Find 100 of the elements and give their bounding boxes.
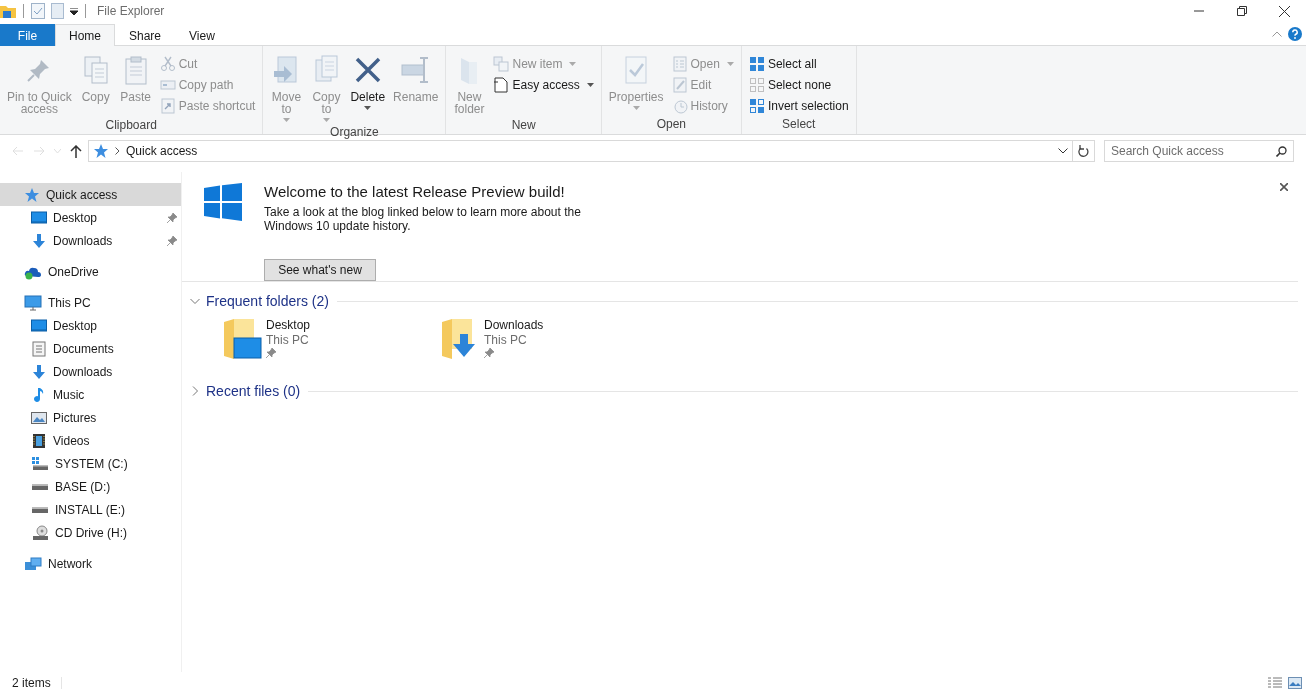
group-label: Organize [329,124,380,140]
nav-item[interactable]: CD Drive (H:) [0,521,181,544]
nav-item[interactable]: Quick access [0,183,181,206]
pin-icon[interactable] [167,235,177,246]
nav-label: Videos [53,433,91,448]
chevron-up-icon [1272,30,1282,37]
pencil-document-icon [671,76,688,93]
ribbon-tab[interactable]: View [175,24,229,46]
nav-label: This PC [48,295,92,310]
close-icon [1279,5,1290,17]
see-whats-new-button[interactable]: See what's new [264,259,376,281]
dismiss-button[interactable] [1280,183,1288,191]
chevron-icon[interactable] [190,296,200,306]
banner-text: Take a look at the blog linked below to learn more about the Windows 10 update history. [264,205,582,233]
up-arrow-icon [69,144,82,158]
nav-item[interactable]: Desktop [0,314,181,337]
group-label: New [510,117,537,134]
nav-item[interactable]: Downloads [0,229,181,252]
folder-name: Desktop [266,318,311,333]
search-icon [1276,146,1287,157]
group-label: Clipboard [104,117,158,134]
ribbon-button[interactable]: Select all [745,53,852,74]
close-icon [1280,183,1288,191]
new-item-icon [493,55,510,72]
system-drive-icon [31,455,49,472]
nav-label: Downloads [53,233,114,248]
collapse-ribbon-button[interactable] [1272,30,1282,37]
nav-item[interactable]: Videos [0,429,181,452]
nav-label: Desktop [53,210,99,225]
chevron-right-icon [115,147,120,155]
breadcrumb-item[interactable]: Quick access [126,144,198,158]
download-icon [31,232,47,249]
film-icon [31,432,47,449]
scissors-icon [159,55,176,72]
section-title[interactable]: Recent files (0) [206,383,301,399]
checkmark-document-icon [31,3,45,19]
section-title[interactable]: Frequent folders (2) [206,293,329,309]
select-all-icon [748,55,765,72]
nav-item[interactable]: BASE (D:) [0,475,181,498]
pin-icon[interactable] [266,348,276,358]
details-view-button[interactable] [1268,677,1282,689]
nav-item[interactable]: Downloads [0,360,181,383]
large-icons-view-button[interactable] [1288,677,1302,689]
forward-arrow-icon [32,146,45,156]
nav-label: Documents [53,341,115,356]
group-label: Select [781,116,817,133]
caret-icon [70,7,78,15]
select-none-icon [748,76,765,93]
list-icon [671,55,688,72]
item-count: 2 items [12,676,51,690]
nav-label: Quick access [46,187,119,202]
search-field[interactable]: Search Quick access [1104,140,1294,162]
folder-tile[interactable]: Desktop This PC [222,318,440,362]
back-arrow-icon [11,146,24,156]
desktop-icon [31,209,47,226]
details-view-icon [1268,677,1282,689]
ribbon-button[interactable]: Invert selection [745,95,852,116]
ribbon-tab[interactable]: Home [55,24,115,46]
nav-label: INSTALL (E:) [55,502,126,517]
nav-item[interactable]: Network [0,552,181,575]
ribbon-tab[interactable]: File [0,24,55,46]
windows-logo-icon [204,183,242,221]
chevron-icon[interactable] [190,386,200,396]
ribbon-button[interactable]: Delete [347,49,389,124]
help-button[interactable] [1288,26,1302,41]
download-icon [31,363,47,380]
window-title: File Explorer [97,4,165,18]
help-icon [1288,26,1302,41]
large-icons-view-icon [1288,677,1302,689]
desktop-folder-icon [222,318,262,362]
nav-item[interactable]: OneDrive [0,260,181,283]
banner-title: Welcome to the latest Release Preview build! [264,183,566,200]
pin-icon[interactable] [167,212,177,223]
nav-item[interactable]: Pictures [0,406,181,429]
star-icon [24,186,40,203]
nav-item[interactable]: SYSTEM (C:) [0,452,181,475]
refresh-button[interactable] [1073,140,1095,162]
nav-item[interactable]: INSTALL (E:) [0,498,181,521]
restore-icon [1236,6,1247,16]
nav-label: Pictures [53,410,98,425]
monitor-icon [24,294,42,311]
ribbon-tab[interactable]: Share [115,24,176,46]
document-icon [51,3,64,19]
network-icon [24,555,42,572]
chevron-down-icon [1058,148,1068,154]
folder-icon [0,3,16,19]
address-bar[interactable]: Quick access [88,140,1073,162]
nav-label: Music [53,387,86,402]
nav-item[interactable]: Documents [0,337,181,360]
ribbon-button[interactable]: Select none [745,74,852,95]
nav-item[interactable]: Music [0,383,181,406]
drive-icon [32,483,48,490]
nav-item[interactable]: This PC [0,291,181,314]
folder-tile[interactable]: Downloads This PC [440,318,658,362]
invert-selection-icon [748,97,765,114]
ribbon-button[interactable]: Easy access [490,74,597,95]
drive-icon [32,506,48,513]
star-icon [93,143,109,159]
pin-icon[interactable] [484,348,494,358]
nav-item[interactable]: Desktop [0,206,181,229]
